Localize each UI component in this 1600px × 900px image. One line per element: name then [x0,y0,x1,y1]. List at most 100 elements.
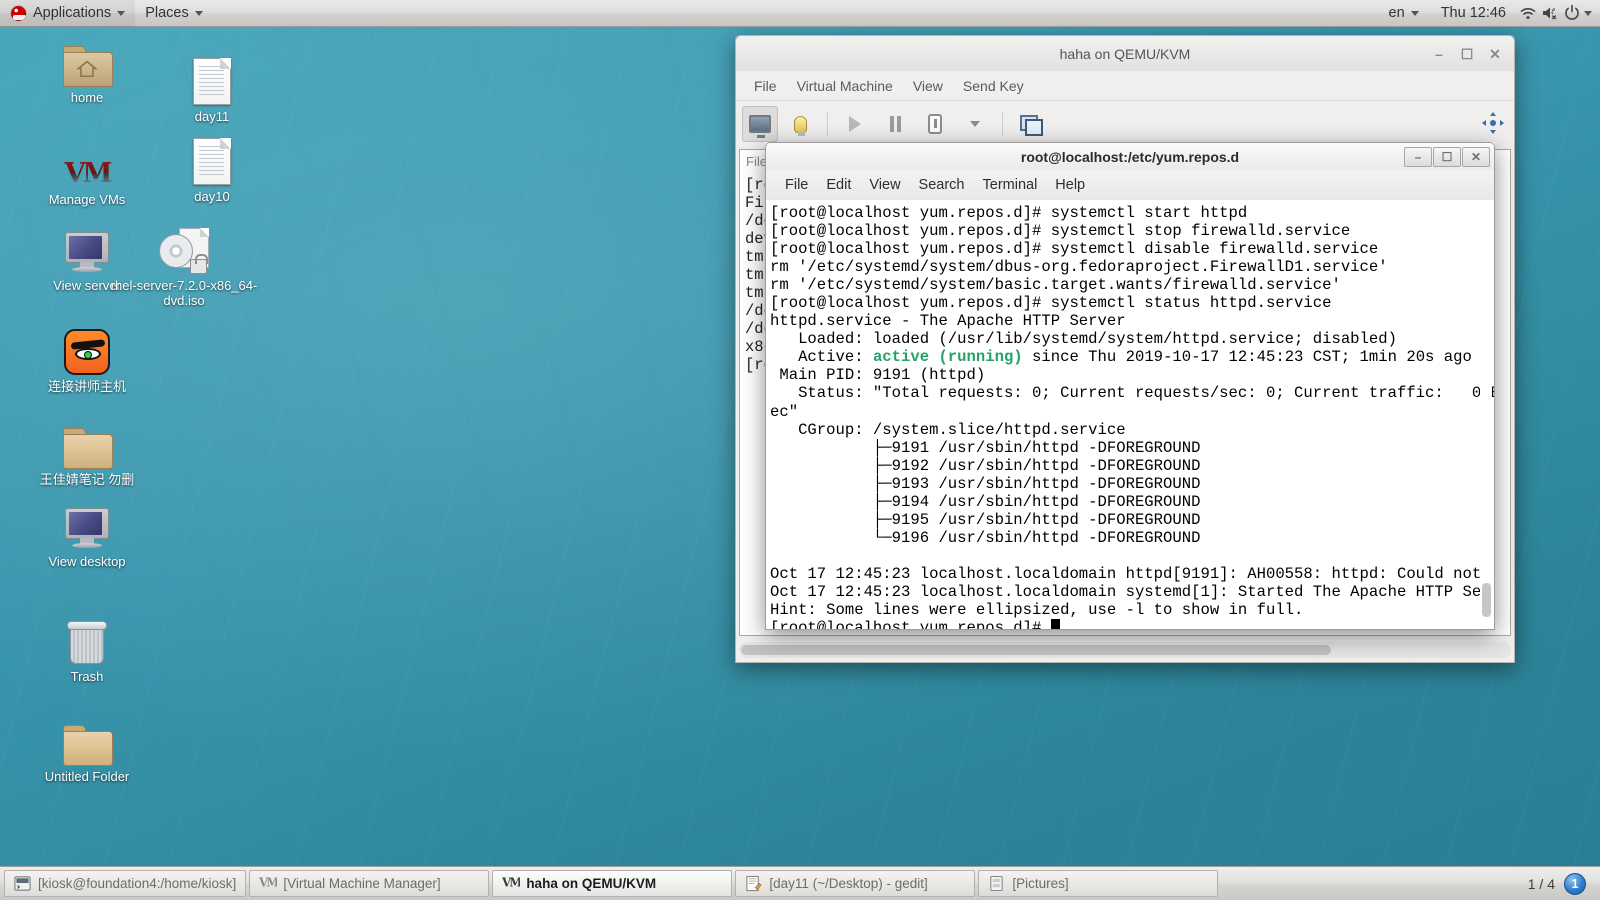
taskbar-right-area: 1 / 4 1 [1528,872,1596,895]
desktop-icon-day10[interactable]: day10 [152,135,272,205]
keyboard-layout-indicator[interactable]: en [1379,0,1429,27]
desktop-icon-connect-teacher-host[interactable]: 连接讲师主机 [27,325,147,395]
terminal-menu-file[interactable]: File [776,170,817,200]
document-icon [152,55,272,105]
desktop-icon-home[interactable]: home [27,36,147,106]
workspace-badge[interactable]: 1 [1564,872,1586,895]
desktop-icon-view-desktop[interactable]: View desktop [27,500,147,570]
desktop-icon-trash[interactable]: Trash [27,615,147,685]
terminal-titlebar[interactable]: root@localhost:/etc/yum.repos.d – ☐ ✕ [765,142,1495,170]
iso-image-icon [104,224,264,274]
clock[interactable]: Thu 12:46 [1431,5,1516,21]
minimize-icon[interactable]: – [1426,42,1452,66]
run-button[interactable] [837,106,873,142]
workspace-pager[interactable]: 1 / 4 [1528,876,1555,892]
snapshots-button[interactable] [1012,106,1048,142]
chevron-down-icon [117,10,126,16]
virt-manager-icon: VM [27,138,147,189]
terminal-menu-view[interactable]: View [860,170,909,200]
terminal-output: [root@localhost yum.repos.d]# systemctl … [766,200,1494,629]
desktop-icon-rhel-iso[interactable]: rhel-server-7.2.0-x86_64-dvd.iso [104,224,264,309]
monitor-icon [27,500,147,550]
close-icon[interactable]: ✕ [1462,147,1490,167]
document-icon [152,135,272,185]
fullscreen-move-icon[interactable] [1482,112,1504,134]
terminal-menu-help[interactable]: Help [1046,170,1094,200]
terminal-menu-edit[interactable]: Edit [817,170,860,200]
taskbar-item-label: [Virtual Machine Manager] [283,876,441,891]
vm-menu-virtual-machine[interactable]: Virtual Machine [787,71,903,101]
shutdown-menu-button[interactable] [957,106,993,142]
vm-menu-view[interactable]: View [903,71,953,101]
minimize-icon[interactable]: – [1404,147,1432,167]
keyboard-layout-label: en [1388,5,1405,21]
desktop-icon-manage-vms[interactable]: VM Manage VMs [27,138,147,208]
top-panel-status-area: en Thu 12:46 [1379,0,1600,27]
desktop-icon-label: 连接讲师主机 [47,379,126,394]
taskbar-item-virtual-machine-manager[interactable]: VM [Virtual Machine Manager] [249,870,490,897]
terminal-vertical-scrollbar[interactable] [1480,202,1492,627]
taskbar-item-gedit-day11[interactable]: [day11 (~/Desktop) - gedit] [735,870,976,897]
pause-icon [889,116,901,132]
vm-window-controls: – ☐ ✕ [1426,36,1508,72]
desktop-icon-label: home [70,90,104,105]
volume-muted-icon[interactable] [1540,3,1560,23]
vm-window-titlebar[interactable]: haha on QEMU/KVM – ☐ ✕ [735,35,1515,71]
terminal-window[interactable]: root@localhost:/etc/yum.repos.d – ☐ ✕ Fi… [765,142,1495,630]
desktop-icon-untitled-folder[interactable]: Untitled Folder [27,715,147,785]
applications-menu-label: Applications [33,5,112,21]
desktop-icon-label: 王佳婧笔记 勿删 [39,472,135,487]
virt-manager-icon: VM [258,875,281,892]
virt-manager-icon: VM [501,875,524,892]
folder-icon [27,715,147,766]
taskbar-item-kiosk-terminal[interactable]: [kiosk@foundation4:/home/kiosk] [4,870,247,897]
taskbar-item-label: [kiosk@foundation4:/home/kiosk] [38,876,237,891]
vm-menu-file[interactable]: File [744,71,787,101]
chevron-down-icon[interactable] [1584,10,1592,16]
shutdown-button[interactable] [917,106,953,142]
gedit-icon [745,875,762,892]
fox-app-icon [27,325,147,375]
taskbar-item-pictures[interactable]: [Pictures] [978,870,1219,897]
snapshots-icon [1020,115,1043,136]
play-icon [849,116,861,132]
terminal-menu-terminal[interactable]: Terminal [974,170,1047,200]
show-details-button[interactable] [782,106,818,142]
vm-window-title: haha on QEMU/KVM [1059,45,1191,62]
taskbar-item-label: [Pictures] [1012,876,1069,891]
applications-menu[interactable]: Applications [0,0,136,27]
taskbar-item-label: [day11 (~/Desktop) - gedit] [769,876,928,891]
chevron-down-icon [970,121,980,127]
desktop-icon-day11[interactable]: day11 [152,55,272,125]
terminal-window-controls: – ☐ ✕ [1404,143,1490,171]
desktop-icon-label: Trash [70,669,104,684]
places-menu[interactable]: Places [135,0,213,27]
terminal-menu-search[interactable]: Search [910,170,974,200]
maximize-icon[interactable]: ☐ [1454,42,1480,66]
pause-button[interactable] [877,106,913,142]
places-menu-label: Places [145,5,189,21]
trash-icon [27,615,147,665]
desktop-icon-label: rhel-server-7.2.0-x86_64-dvd.iso [110,278,258,308]
monitor-icon [749,115,771,138]
vm-menu-send-key[interactable]: Send Key [953,71,1034,101]
desktop-icon-label: day11 [194,109,230,124]
terminal-icon [14,875,31,892]
toolbar-separator [1002,112,1003,136]
taskbar-item-haha-on-qemu-kvm[interactable]: VM haha on QEMU/KVM [492,870,733,897]
power-icon[interactable] [1562,3,1582,23]
show-console-button[interactable] [742,106,778,142]
redhat-logo-icon [10,4,27,22]
desktop-icon-notes-folder[interactable]: 王佳婧笔记 勿删 [27,418,147,488]
desktop-icon-label: View desktop [48,554,126,569]
vm-guest-menu-file: File [746,154,767,169]
terminal-body[interactable]: [root@localhost yum.repos.d]# systemctl … [765,200,1495,630]
taskbar-item-label: haha on QEMU/KVM [526,876,657,891]
vm-horizontal-scrollbar[interactable] [739,642,1511,658]
lightbulb-icon [793,115,807,136]
close-icon[interactable]: ✕ [1482,42,1508,66]
chevron-down-icon [194,10,203,16]
wifi-icon[interactable] [1518,3,1538,23]
toolbar-separator [827,112,828,136]
maximize-icon[interactable]: ☐ [1433,147,1461,167]
